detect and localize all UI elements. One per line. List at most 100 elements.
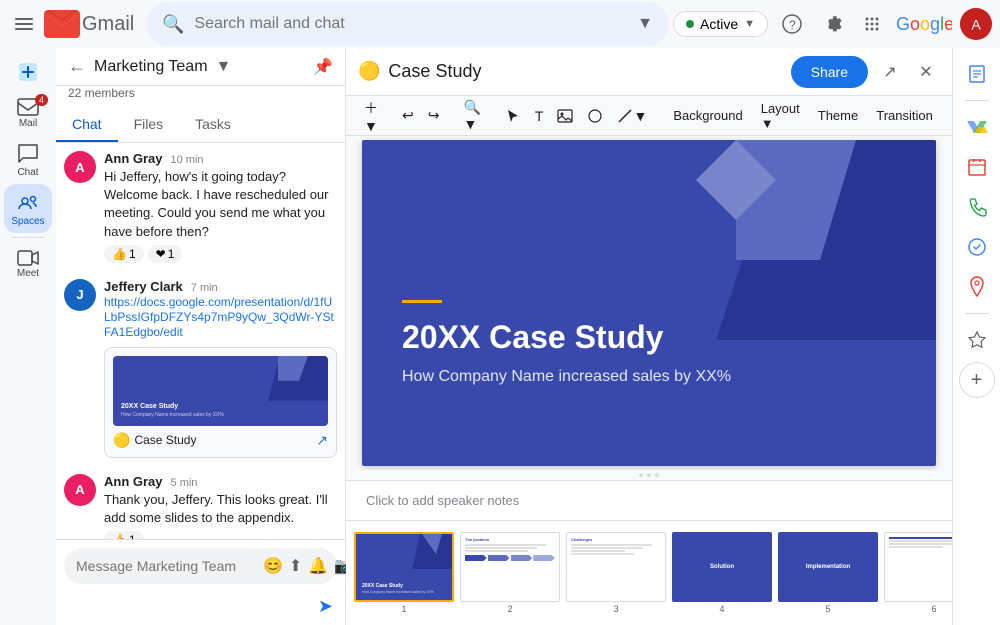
slide-accent-line — [402, 300, 442, 303]
toolbar-zoom-button[interactable]: 🔍 ▼ — [457, 102, 486, 130]
message-content: Ann Gray 10 min Hi Jeffery, how's it goi… — [104, 151, 337, 263]
slide-number: 4 — [719, 604, 724, 614]
avatar[interactable] — [960, 8, 992, 40]
right-divider — [965, 100, 989, 101]
right-icon-calendar[interactable] — [959, 149, 995, 185]
search-icon: 🔍 — [162, 14, 184, 35]
reaction-thumbs-up[interactable]: 👍 1 — [104, 245, 144, 263]
message-author: Ann Gray — [104, 474, 163, 489]
team-name: Marketing Team — [94, 58, 208, 76]
toolbar-undo-button[interactable]: ↩ — [396, 102, 420, 130]
search-dropdown-icon[interactable]: ▼ — [637, 15, 653, 33]
slide-thumbnail-3[interactable]: Challenges — [566, 532, 666, 602]
send-button[interactable]: ➤ — [318, 596, 333, 617]
preview-card: 20XX Case Study How Company Name increas… — [104, 347, 337, 458]
right-add-button[interactable]: + — [959, 362, 995, 398]
slides-file-icon: 🟡 — [358, 61, 380, 82]
toolbar-text-button[interactable]: T — [529, 102, 550, 130]
slide-number: 3 — [613, 604, 618, 614]
emoji-icon[interactable]: 😊 — [263, 556, 283, 576]
resize-dot — [655, 473, 659, 477]
tab-chat[interactable]: Chat — [56, 108, 118, 142]
icon-sidebar: 4 Mail Chat Spaces Meet — [0, 48, 56, 625]
right-icon-phone[interactable] — [959, 189, 995, 225]
chat-sidebar: ← Marketing Team ▼ 📌 22 members Chat Fil… — [56, 48, 346, 625]
pin-icon[interactable]: 📌 — [313, 57, 333, 77]
reaction-thumbs-up[interactable]: 👍 1 — [104, 531, 144, 539]
back-button[interactable]: ← — [68, 56, 86, 77]
topbar: Gmail 🔍 ▼ Active ▼ ? Google — [0, 0, 1000, 48]
toolbar-cursor-button[interactable] — [499, 102, 527, 130]
message-time: 10 min — [171, 154, 204, 166]
toolbar-transition-button[interactable]: Transition — [868, 102, 941, 130]
member-count: 22 members — [56, 86, 345, 108]
send-area: ➤ — [56, 592, 345, 625]
toolbar-add-button[interactable]: ＋ ▼ — [358, 102, 384, 130]
chat-input-box: 😊 ⬆ 🔔 📷 📅 — [64, 548, 337, 584]
right-icon-drive[interactable] — [959, 109, 995, 145]
resize-dot — [639, 473, 643, 477]
topbar-right: Active ▼ ? Google — [673, 8, 992, 40]
reaction-heart[interactable]: ❤ 1 — [148, 245, 183, 263]
sidebar-item-meet[interactable]: Meet — [4, 242, 52, 285]
right-icon-star[interactable] — [959, 322, 995, 358]
chat-input[interactable] — [76, 558, 257, 574]
google-logo: Google — [896, 14, 952, 34]
toolbar-theme-button[interactable]: Theme — [810, 102, 866, 130]
toolbar-redo-button[interactable]: ↪ — [422, 102, 446, 130]
slide-thumbnail-1[interactable]: 20XX Case Study How Company Name increas… — [354, 532, 454, 602]
team-dropdown-icon[interactable]: ▼ — [216, 58, 232, 76]
toolbar-lines-button[interactable]: ▼ — [611, 102, 653, 130]
message-content: Jeffery Clark 7 min https://docs.google.… — [104, 279, 337, 458]
resize-handle[interactable] — [346, 470, 952, 480]
slide-canvas-area[interactable]: 20XX Case Study How Company Name increas… — [346, 136, 952, 470]
preview-footer: 🟡 Case Study ↗ — [113, 432, 328, 449]
slide-thumbnail-4[interactable]: Solution — [672, 532, 772, 602]
avatar: A — [64, 151, 96, 183]
message: J Jeffery Clark 7 min https://docs.googl… — [64, 279, 337, 458]
active-status[interactable]: Active ▼ — [673, 11, 768, 37]
search-input[interactable] — [194, 15, 627, 33]
sidebar-item-spaces[interactable]: Spaces — [4, 184, 52, 233]
slide-thumb-container: 20XX Case Study How Company Name increas… — [354, 532, 454, 614]
toolbar-image-button[interactable] — [551, 102, 579, 130]
slide-thumb-container: Implementation 5 — [778, 532, 878, 614]
message-author: Ann Gray — [104, 151, 163, 166]
search-bar[interactable]: 🔍 ▼ — [146, 2, 669, 46]
message-link[interactable]: https://docs.google.com/presentation/d/1… — [104, 295, 334, 339]
right-icon-maps[interactable] — [959, 269, 995, 305]
slide-content: 20XX Case Study How Company Name increas… — [402, 300, 731, 386]
apps-button[interactable] — [856, 8, 888, 40]
sidebar-item-mail[interactable]: 4 Mail — [4, 90, 52, 135]
menu-icon[interactable] — [8, 8, 40, 40]
toolbar-layout-button[interactable]: Layout ▼ — [753, 102, 808, 130]
slide-number: 2 — [507, 604, 512, 614]
message-header: Ann Gray 5 min — [104, 474, 337, 489]
right-icon-docs[interactable] — [959, 56, 995, 92]
right-icon-tasks[interactable] — [959, 229, 995, 265]
slide-thumbnail-5[interactable]: Implementation — [778, 532, 878, 602]
toolbar-shapes-button[interactable] — [581, 102, 609, 130]
sidebar-item-compose[interactable] — [4, 52, 52, 90]
tab-tasks[interactable]: Tasks — [179, 108, 247, 142]
upload-icon[interactable]: ⬆ — [289, 556, 302, 576]
slides-title: Case Study — [388, 61, 782, 82]
help-button[interactable]: ? — [776, 8, 808, 40]
sidebar-item-chat[interactable]: Chat — [4, 135, 52, 184]
open-link-icon[interactable]: ↗ — [316, 432, 328, 449]
preview-image: 20XX Case Study How Company Name increas… — [113, 356, 328, 426]
slide-thumbnail-2[interactable]: The problem — [460, 532, 560, 602]
mention-icon[interactable]: 🔔 — [308, 556, 328, 576]
toolbar-background-button[interactable]: Background — [665, 102, 750, 130]
speaker-notes[interactable]: Click to add speaker notes — [346, 480, 952, 520]
slide-thumb-container: 6 — [884, 532, 952, 614]
tab-files[interactable]: Files — [118, 108, 180, 142]
slide-thumbnail-6[interactable] — [884, 532, 952, 602]
active-dot — [686, 20, 694, 28]
reactions: 👍 1 ❤ 1 — [104, 245, 337, 263]
close-icon[interactable]: ✕ — [912, 58, 940, 86]
open-external-icon[interactable]: ↗ — [876, 58, 904, 86]
message-time: 7 min — [191, 282, 218, 294]
settings-button[interactable] — [816, 8, 848, 40]
share-button[interactable]: Share — [791, 56, 868, 88]
